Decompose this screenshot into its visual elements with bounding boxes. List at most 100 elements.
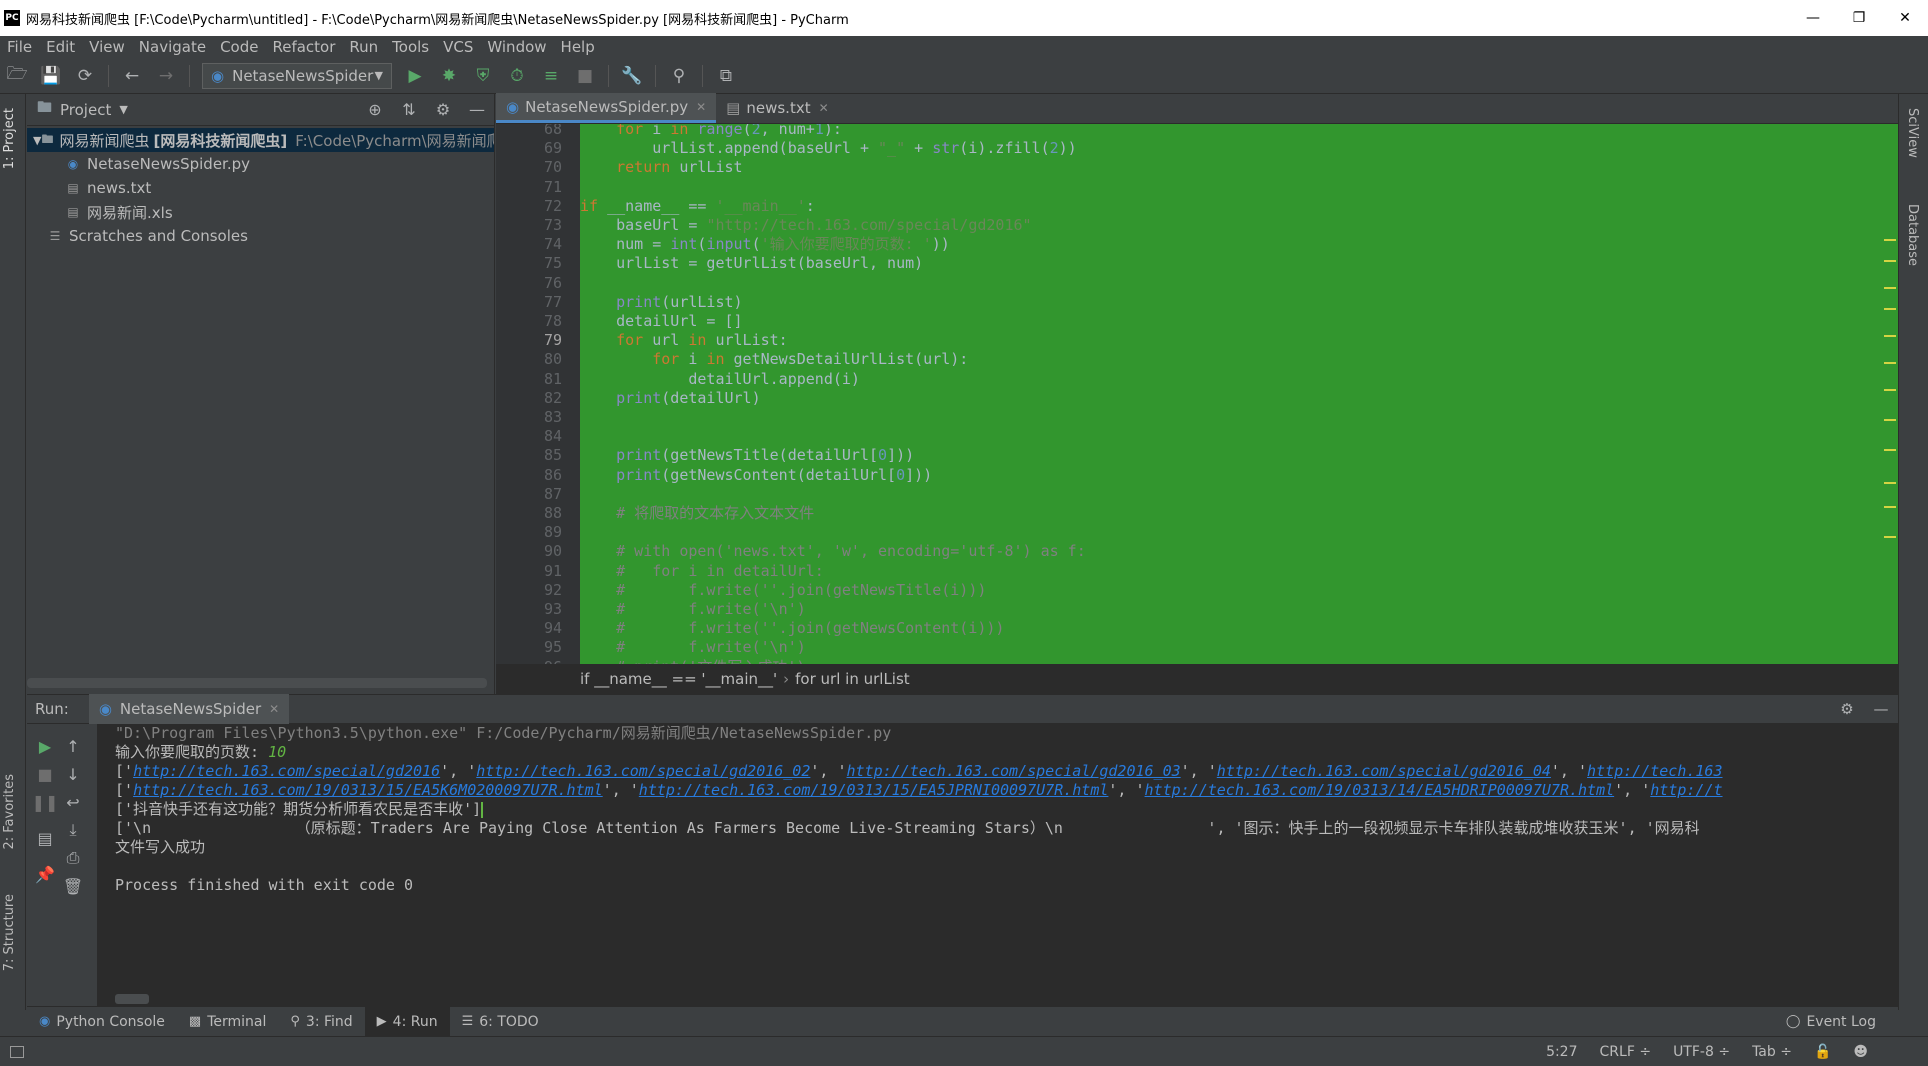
tab-run[interactable]: ▶ 4: Run xyxy=(364,1006,450,1037)
code-line[interactable]: 91 # for i in detailUrl: xyxy=(496,562,1898,581)
back-arrow-icon[interactable]: ← xyxy=(115,61,149,91)
up-arrow-icon[interactable]: ↑ xyxy=(59,732,87,760)
presentation-mode-icon[interactable]: ⧉ xyxy=(709,61,743,91)
breadcrumb-item[interactable]: for url in urlList xyxy=(795,670,910,688)
close-icon[interactable]: ✕ xyxy=(819,101,829,115)
tree-root-folder[interactable]: ▼ 🖿 网易新闻爬虫 [网易科技新闻爬虫] F:\Code\Pycharm\网易… xyxy=(27,128,494,152)
code-line[interactable]: 87 xyxy=(496,485,1898,504)
warning-marker[interactable] xyxy=(1884,239,1896,241)
search-icon[interactable]: ⚲ xyxy=(662,61,696,91)
menu-help[interactable]: Help xyxy=(554,38,602,56)
soft-wrap-icon[interactable]: ↩ xyxy=(59,788,87,816)
tab-news-txt[interactable]: ▤ news.txt ✕ xyxy=(716,93,838,123)
database-tool-tab[interactable]: Database xyxy=(1905,204,1920,266)
code-line[interactable]: 81 detailUrl.append(i) xyxy=(496,370,1898,389)
menu-navigate[interactable]: Navigate xyxy=(132,38,213,56)
warning-marker[interactable] xyxy=(1884,287,1896,289)
console-link[interactable]: http://tech.163.com/19/0313/15/EA5JPRNI0… xyxy=(639,781,1109,799)
scroll-to-end-icon[interactable]: ⤓ xyxy=(59,816,87,844)
chevron-down-icon[interactable]: ▼ xyxy=(119,103,127,116)
code-line[interactable]: 89 xyxy=(496,523,1898,542)
warning-marker[interactable] xyxy=(1884,362,1896,364)
gear-icon[interactable]: ⚙ xyxy=(1830,700,1864,718)
wrench-settings-icon[interactable]: 🔧 xyxy=(615,61,649,91)
warning-marker[interactable] xyxy=(1884,260,1896,262)
horizontal-scrollbar[interactable] xyxy=(115,994,149,1004)
run-console[interactable]: "D:\Program Files\Python3.5\python.exe" … xyxy=(97,724,1898,1006)
project-tool-tab[interactable]: 1: Project xyxy=(2,108,17,169)
pause-icon[interactable]: ❚❚ xyxy=(31,788,59,816)
tab-python-console[interactable]: ◉ Python Console xyxy=(27,1007,177,1037)
menu-run[interactable]: Run xyxy=(342,38,385,56)
code-line[interactable]: 82 print(detailUrl) xyxy=(496,389,1898,408)
menu-view[interactable]: View xyxy=(82,38,132,56)
structure-tool-tab[interactable]: 7: Structure xyxy=(2,894,17,971)
trash-icon[interactable]: 🗑 xyxy=(59,872,87,900)
menu-edit[interactable]: Edit xyxy=(39,38,82,56)
run-tab-netasenewsspider[interactable]: ◉ NetaseNewsSpider ✕ xyxy=(88,694,290,724)
close-window-button[interactable]: ✕ xyxy=(1882,0,1928,36)
console-link[interactable]: http://tech.163.com/special/gd2016_04 xyxy=(1217,762,1551,780)
code-line[interactable]: 70 return urlList xyxy=(496,158,1898,177)
code-line[interactable]: 95 # f.write('\n') xyxy=(496,638,1898,657)
tree-file-py[interactable]: ◉ NetaseNewsSpider.py xyxy=(27,152,494,176)
tab-terminal[interactable]: ▩ Terminal xyxy=(177,1007,278,1037)
code-line[interactable]: 83 xyxy=(496,408,1898,427)
menu-window[interactable]: Window xyxy=(480,38,553,56)
down-arrow-icon[interactable]: ↓ xyxy=(59,760,87,788)
code-line[interactable]: 94 # f.write(''.join(getNewsContent(i))) xyxy=(496,619,1898,638)
sciview-tool-tab[interactable]: SciView xyxy=(1905,108,1920,158)
console-link[interactable]: http://tech.163.com/special/gd2016 xyxy=(133,762,440,780)
console-link[interactable]: http://tech.163.com/19/0313/15/EA5K6M020… xyxy=(133,781,603,799)
inspector-icon[interactable]: ☻ xyxy=(1853,1044,1868,1060)
tab-todo[interactable]: ☰ 6: TODO xyxy=(450,1007,551,1037)
console-link[interactable]: http://tech.163 xyxy=(1587,762,1722,780)
code-line[interactable]: 77 print(urlList) xyxy=(496,293,1898,312)
editor-scrollbar-markers[interactable] xyxy=(1884,134,1898,654)
lock-icon[interactable]: 🔓 xyxy=(1814,1044,1831,1060)
warning-marker[interactable] xyxy=(1884,482,1896,484)
coverage-icon[interactable]: ⛨ xyxy=(466,61,500,91)
debug-icon[interactable]: ✸ xyxy=(432,61,466,91)
code-line[interactable]: 71 xyxy=(496,178,1898,197)
console-link[interactable]: http://tech.163.com/special/gd2016_02 xyxy=(476,762,810,780)
console-link[interactable]: http://t xyxy=(1650,781,1722,799)
warning-marker[interactable] xyxy=(1884,335,1896,337)
warning-marker[interactable] xyxy=(1884,389,1896,391)
rerun-icon[interactable]: ▶ xyxy=(31,732,59,760)
tab-find[interactable]: ⚲ 3: Find xyxy=(278,1007,364,1037)
code-line[interactable]: 90 # with open('news.txt', 'w', encoding… xyxy=(496,542,1898,561)
event-log-button[interactable]: ◯ Event Log xyxy=(1774,1007,1888,1037)
warning-marker[interactable] xyxy=(1884,506,1896,508)
warning-marker[interactable] xyxy=(1884,536,1896,538)
code-line[interactable]: 78 detailUrl = [] xyxy=(496,312,1898,331)
warning-marker[interactable] xyxy=(1884,419,1896,421)
print-icon[interactable]: ⎙ xyxy=(59,844,87,872)
code-line[interactable]: 93 # f.write('\n') xyxy=(496,600,1898,619)
line-separator-selector[interactable]: CRLF ÷ xyxy=(1600,1044,1652,1060)
tab-netasenewsspider[interactable]: ◉ NetaseNewsSpider.py ✕ xyxy=(496,93,717,123)
hide-panel-icon[interactable]: — xyxy=(460,100,494,119)
code-line[interactable]: 76 xyxy=(496,274,1898,293)
breadcrumb-item[interactable]: if __name__ == '__main__' xyxy=(580,670,777,688)
open-folder-icon[interactable]: 🗁 xyxy=(0,61,34,91)
console-link[interactable]: http://tech.163.com/19/0313/14/EA5HDRIP0… xyxy=(1145,781,1615,799)
toggle-tool-windows-icon[interactable] xyxy=(10,1045,24,1058)
indent-selector[interactable]: Tab ÷ xyxy=(1752,1044,1792,1060)
forward-arrow-icon[interactable]: → xyxy=(149,61,183,91)
code-line[interactable]: 84 xyxy=(496,427,1898,446)
concurrency-icon[interactable]: ≡ xyxy=(534,61,568,91)
code-line[interactable]: 75 urlList = getUrlList(baseUrl, num) xyxy=(496,254,1898,273)
sync-icon[interactable]: ⟳ xyxy=(68,61,102,91)
code-line[interactable]: 68 for i in range(2, num+1): xyxy=(496,124,1898,139)
code-area[interactable]: 68 for i in range(2, num+1): 69 urlList.a… xyxy=(496,124,1898,664)
tree-file-xls[interactable]: ▤ 网易新闻.xls xyxy=(27,200,494,224)
layout-icon[interactable]: ▤ xyxy=(31,824,59,852)
warning-marker[interactable] xyxy=(1884,449,1896,451)
profile-icon[interactable]: ⏱ xyxy=(500,61,534,91)
hide-panel-icon[interactable]: — xyxy=(1864,700,1898,718)
stop-icon[interactable]: ■ xyxy=(31,760,59,788)
menu-refactor[interactable]: Refactor xyxy=(265,38,342,56)
restore-button[interactable]: ❐ xyxy=(1836,0,1882,36)
code-line[interactable]: 79 for url in urlList: xyxy=(496,331,1898,350)
